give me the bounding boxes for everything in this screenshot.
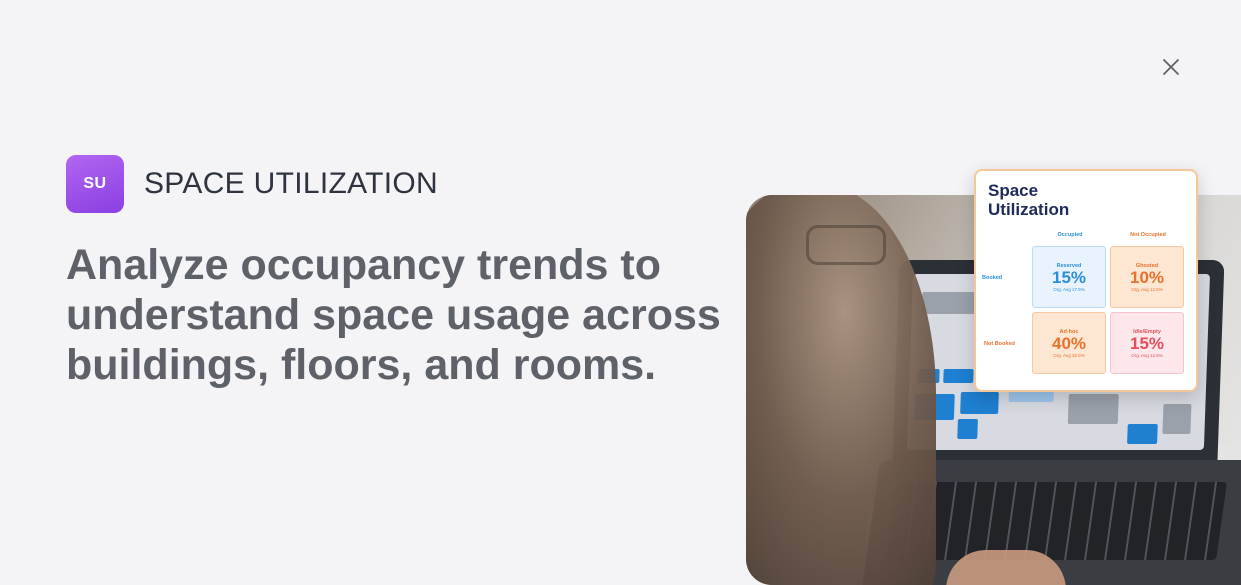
cell-value: 40% [1051, 333, 1087, 353]
product-header: SU SPACE UTILIZATION [66, 155, 438, 213]
cell-avg: Org. Avg 12.5% [1131, 352, 1163, 358]
card-title: Space Utilization [988, 181, 1070, 219]
dialog: SU SPACE UTILIZATION Analyze occupancy t… [0, 0, 1241, 585]
cell-ghosted: Ghosted 10% Org. Avg 12.5% [1110, 246, 1184, 308]
cell-avg: Org. Avg 12.5% [1131, 286, 1163, 292]
column-header-occupied: Occupied [1057, 232, 1083, 238]
cell-avg: Org. Avg 32.5% [1053, 352, 1085, 358]
cell-avg: Org. Avg 17.5% [1053, 286, 1085, 292]
product-name: SPACE UTILIZATION [144, 167, 439, 200]
row-label-booked: Booked [982, 275, 1003, 281]
space-utilization-card: Space Utilization Occupied Not Occupied … [974, 169, 1198, 392]
cell-value: 10% [1129, 267, 1165, 287]
product-icon: SU [66, 155, 124, 213]
row-label-not-booked: Not Booked [984, 341, 1015, 347]
photo-glasses [806, 225, 886, 265]
cell-ad-hoc: Ad-hoc 40% Org. Avg 32.5% [1032, 312, 1106, 374]
cell-reserved: Reserved 15% Org. Avg 17.5% [1032, 246, 1106, 308]
headline: Analyze occupancy trends to understand s… [66, 241, 721, 389]
cell-value: 15% [1051, 267, 1087, 287]
close-icon [1163, 59, 1179, 75]
close-button[interactable] [1158, 54, 1184, 80]
card-column-headers: Occupied Not Occupied [1032, 232, 1188, 238]
cell-value: 15% [1129, 333, 1165, 353]
cell-idle-empty: Idle/Empty 15% Org. Avg 12.5% [1110, 312, 1184, 374]
column-header-not-occupied: Not Occupied [1130, 232, 1166, 238]
